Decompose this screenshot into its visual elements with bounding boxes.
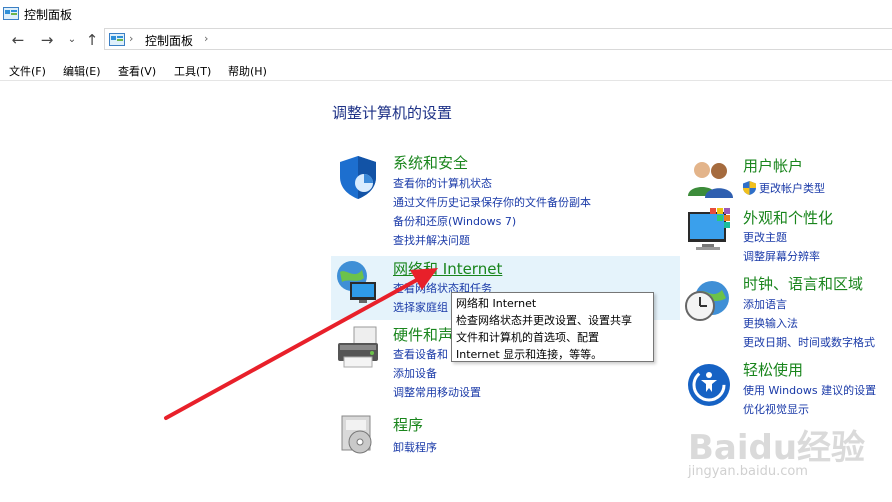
baidu-watermark: Baidu经验 jingyan.baidu.com [688, 420, 888, 500]
watermark-sub: jingyan.baidu.com [688, 464, 808, 479]
watermark-main: Baidu经验 [688, 428, 866, 468]
